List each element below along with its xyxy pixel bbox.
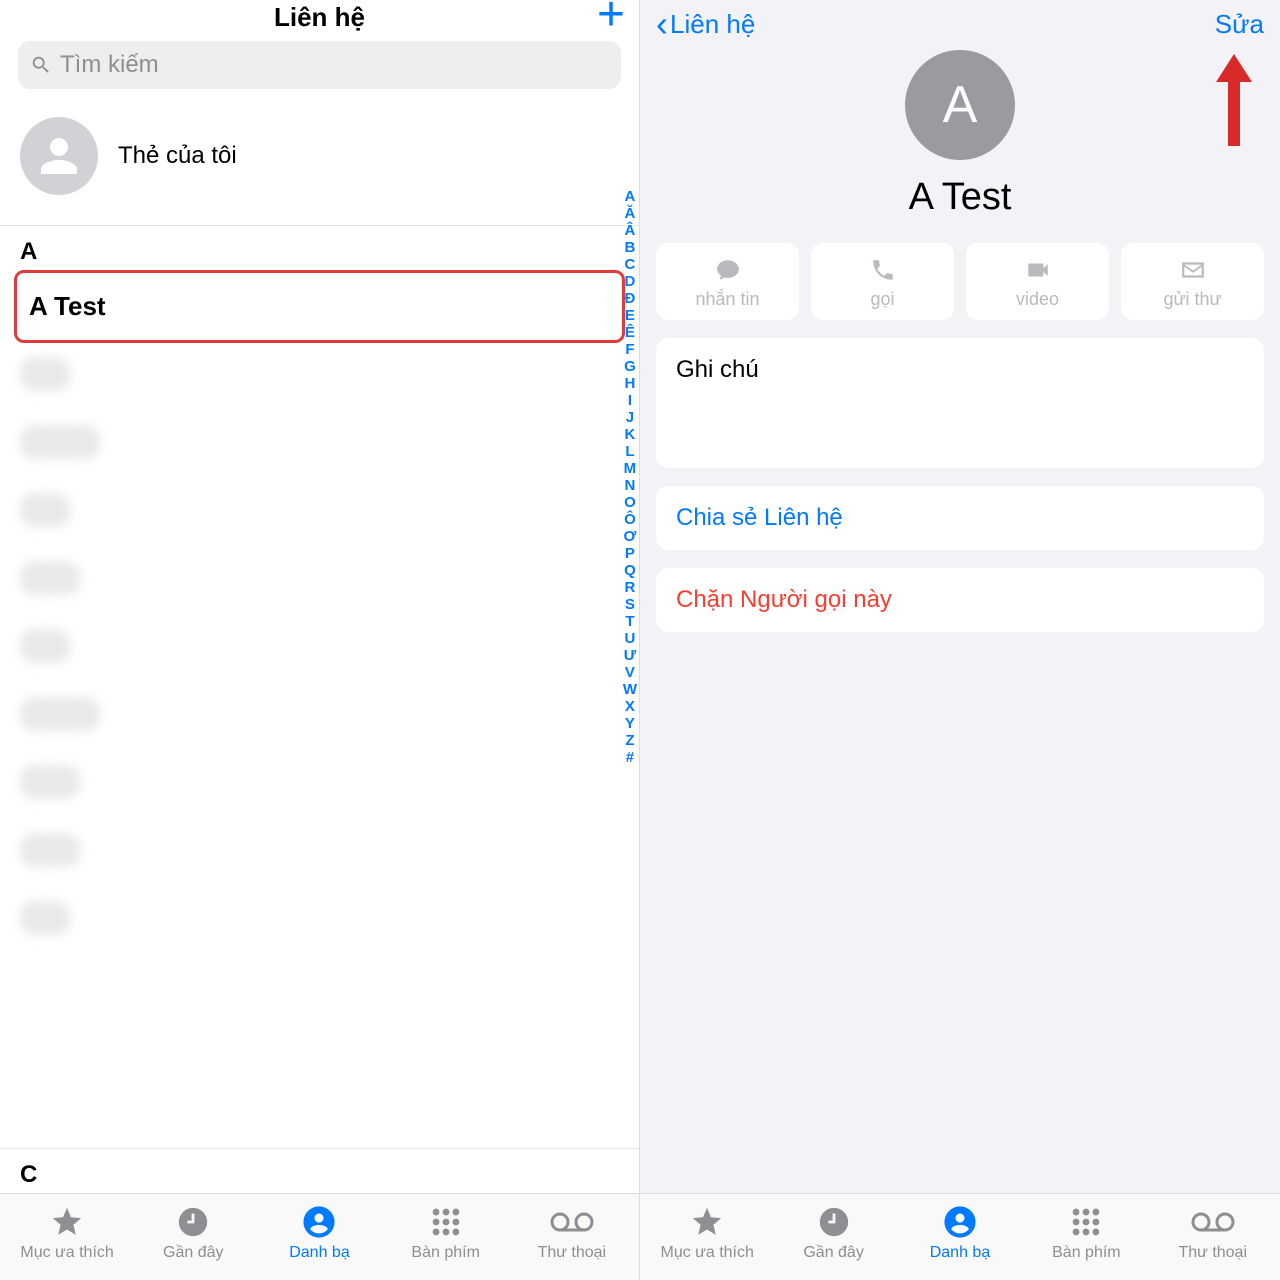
tab-bar: Mục ưa thích Gần đây Danh bạ Bàn phím Th… xyxy=(0,1193,639,1280)
chevron-left-icon: ‹ xyxy=(656,6,668,42)
contact-name: A Test xyxy=(909,176,1012,219)
edit-button[interactable]: Sửa xyxy=(1215,9,1264,40)
profile-header: A A Test xyxy=(640,46,1280,243)
mail-button[interactable]: gửi thư xyxy=(1121,243,1264,320)
video-button[interactable]: video xyxy=(966,243,1109,320)
tab-recents[interactable]: Gần đây xyxy=(130,1204,256,1262)
search-icon xyxy=(30,54,52,76)
keypad-icon xyxy=(429,1204,463,1240)
phone-icon xyxy=(868,257,898,283)
tab-contacts[interactable]: Danh bạ xyxy=(256,1204,382,1262)
add-contact-button[interactable]: + xyxy=(597,0,625,30)
my-card-label: Thẻ của tôi xyxy=(118,142,237,170)
block-caller-button[interactable]: Chặn Người gọi này xyxy=(656,568,1264,632)
message-icon xyxy=(713,257,743,283)
search-placeholder: Tìm kiếm xyxy=(60,51,159,79)
back-button[interactable]: ‹ Liên hệ xyxy=(656,6,755,42)
page-title: Liên hệ xyxy=(274,2,365,32)
contact-detail-screen: ‹ Liên hệ Sửa A A Test nhắn tin gọi vide… xyxy=(640,0,1280,1280)
person-icon xyxy=(302,1204,336,1240)
nav-bar-left: Liên hệ + xyxy=(0,0,639,41)
star-icon xyxy=(49,1204,85,1240)
blurred-contacts xyxy=(0,343,639,1148)
my-card-row[interactable]: Thẻ của tôi xyxy=(0,99,639,226)
person-icon xyxy=(943,1204,977,1240)
avatar-icon xyxy=(20,117,98,195)
action-buttons-row: nhắn tin gọi video gửi thư xyxy=(640,243,1280,338)
star-icon xyxy=(689,1204,725,1240)
tab-favorites[interactable]: Mục ưa thích xyxy=(644,1204,770,1262)
contacts-list-screen: Liên hệ + Tìm kiếm Thẻ của tôi A A Test … xyxy=(0,0,640,1280)
clock-icon xyxy=(176,1204,210,1240)
mail-icon xyxy=(1178,257,1208,283)
tab-keypad[interactable]: Bàn phím xyxy=(1023,1204,1149,1262)
tab-contacts[interactable]: Danh bạ xyxy=(897,1204,1023,1262)
voicemail-icon xyxy=(1191,1204,1235,1240)
tab-voicemail[interactable]: Thư thoại xyxy=(1150,1204,1276,1262)
message-button[interactable]: nhắn tin xyxy=(656,243,799,320)
nav-bar-right: ‹ Liên hệ Sửa xyxy=(640,0,1280,46)
share-contact-button[interactable]: Chia sẻ Liên hệ xyxy=(656,486,1264,550)
tab-voicemail[interactable]: Thư thoại xyxy=(509,1204,635,1262)
video-icon xyxy=(1023,257,1053,283)
tab-recents[interactable]: Gần đây xyxy=(770,1204,896,1262)
notes-card[interactable]: Ghi chú xyxy=(656,338,1264,468)
annotation-arrow-icon xyxy=(1214,54,1254,159)
tab-bar: Mục ưa thích Gần đây Danh bạ Bàn phím Th… xyxy=(640,1193,1280,1280)
call-button[interactable]: gọi xyxy=(811,243,954,320)
clock-icon xyxy=(817,1204,851,1240)
contact-row-a-test[interactable]: A Test xyxy=(14,270,625,343)
avatar: A xyxy=(905,50,1015,160)
tab-keypad[interactable]: Bàn phím xyxy=(383,1204,509,1262)
alpha-index[interactable]: AĂÂBCDĐEÊFGHIJKLMNOÔƠPQRSTUƯVWXYZ# xyxy=(623,188,637,766)
section-header-a: A xyxy=(0,226,639,270)
keypad-icon xyxy=(1069,1204,1103,1240)
section-header-c: C xyxy=(0,1148,639,1193)
search-input[interactable]: Tìm kiếm xyxy=(18,41,621,89)
tab-favorites[interactable]: Mục ưa thích xyxy=(4,1204,130,1262)
voicemail-icon xyxy=(550,1204,594,1240)
